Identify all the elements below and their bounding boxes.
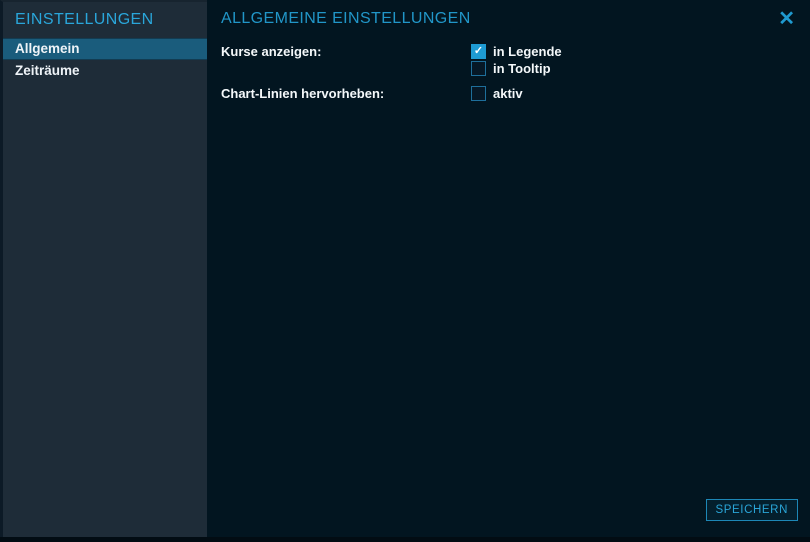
sidebar-item-zeitraeume[interactable]: Zeiträume bbox=[3, 60, 207, 82]
checkbox-box[interactable]: ✓ bbox=[471, 86, 486, 101]
save-button[interactable]: SPEICHERN bbox=[706, 499, 799, 521]
field-chart-linien: Chart-Linien hervorheben: ✓ aktiv bbox=[221, 86, 796, 103]
page-title: ALLGEMEINE EINSTELLUNGEN bbox=[221, 10, 471, 28]
sidebar-item-label: Allgemein bbox=[15, 41, 80, 56]
settings-dialog: EINSTELLUNGEN Allgemein Zeiträume ALLGEM… bbox=[0, 0, 810, 542]
options-group: ✓ aktiv bbox=[471, 86, 523, 103]
checkbox-label: in Legende bbox=[493, 44, 562, 59]
main-panel: ALLGEMEINE EINSTELLUNGEN ✕ Kurse anzeige… bbox=[207, 0, 810, 537]
bottom-strip bbox=[0, 537, 810, 542]
checkbox-in-legende[interactable]: ✓ in Legende bbox=[471, 44, 562, 59]
sidebar-item-allgemein[interactable]: Allgemein bbox=[3, 38, 207, 60]
checkbox-label: in Tooltip bbox=[493, 61, 551, 76]
sidebar: EINSTELLUNGEN Allgemein Zeiträume bbox=[0, 0, 207, 537]
field-label: Chart-Linien hervorheben: bbox=[221, 86, 471, 102]
checkbox-box[interactable]: ✓ bbox=[471, 61, 486, 76]
sidebar-title: EINSTELLUNGEN bbox=[3, 2, 207, 38]
checkbox-in-tooltip[interactable]: ✓ in Tooltip bbox=[471, 61, 562, 76]
field-kurse-anzeigen: Kurse anzeigen: ✓ in Legende ✓ in Toolti… bbox=[221, 44, 796, 78]
checkbox-box[interactable]: ✓ bbox=[471, 44, 486, 59]
settings-form: Kurse anzeigen: ✓ in Legende ✓ in Toolti… bbox=[221, 44, 796, 111]
close-icon[interactable]: ✕ bbox=[778, 9, 795, 29]
options-group: ✓ in Legende ✓ in Tooltip bbox=[471, 44, 562, 78]
checkbox-aktiv[interactable]: ✓ aktiv bbox=[471, 86, 523, 101]
checkbox-label: aktiv bbox=[493, 86, 523, 101]
sidebar-item-label: Zeiträume bbox=[15, 63, 80, 78]
check-icon: ✓ bbox=[474, 46, 483, 57]
field-label: Kurse anzeigen: bbox=[221, 44, 471, 60]
